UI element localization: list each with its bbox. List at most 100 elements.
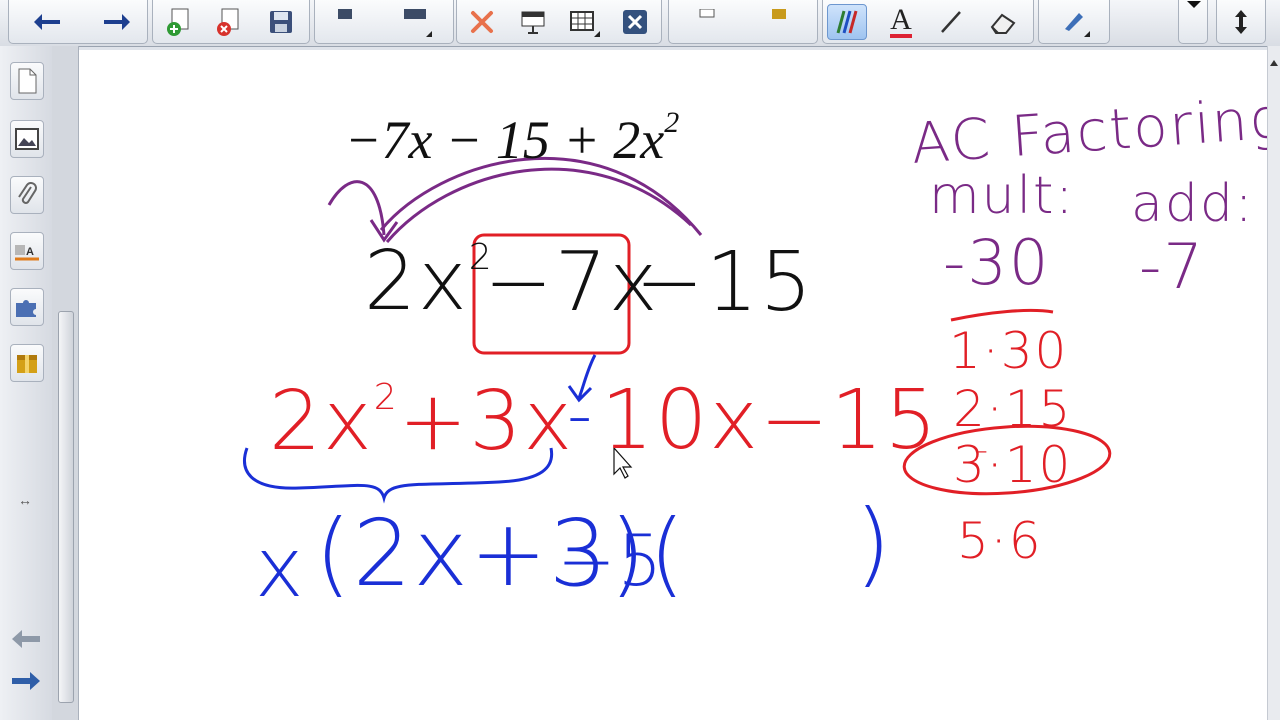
product-value: -30	[943, 226, 1051, 299]
paste-icon	[338, 9, 352, 19]
sum-value: -7	[1139, 230, 1205, 303]
split-red-rest: +3x	[398, 374, 575, 469]
line-button[interactable]	[931, 4, 971, 40]
typed-expression-base: −7x − 15 + 2x	[345, 110, 665, 170]
arrow-right-icon	[12, 672, 40, 690]
edit-group	[456, 0, 662, 44]
back-button[interactable]	[27, 4, 67, 40]
up-down-arrow-icon	[1235, 10, 1247, 34]
arrow-right-icon	[104, 14, 130, 30]
pens-button[interactable]	[827, 4, 867, 40]
paperclip-icon	[18, 182, 37, 204]
screen-shade-icon	[521, 11, 545, 34]
sidebar: A ↔	[0, 46, 53, 720]
page-sorter-tab[interactable]	[10, 62, 44, 100]
add-label: add:	[1131, 174, 1255, 234]
puzzle-icon	[16, 300, 36, 317]
scroll-up-icon[interactable]	[1270, 60, 1278, 66]
next-page-button[interactable]	[10, 670, 42, 697]
rewritten-lead: 2x	[364, 234, 469, 329]
x-icon	[471, 11, 493, 33]
split-blue-minus: -	[567, 374, 595, 456]
svg-text:A: A	[26, 246, 34, 258]
red-divider	[950, 308, 1054, 322]
pair-4: 5·6	[957, 512, 1043, 570]
forward-button[interactable]	[97, 4, 137, 40]
chevron-down-icon[interactable]	[1186, 0, 1202, 10]
sidebar-scrollbar[interactable]	[52, 46, 118, 720]
page-icon	[18, 68, 37, 94]
factored-open-paren: (	[649, 500, 687, 607]
image-icon	[15, 128, 39, 150]
gallery-tool-button[interactable]	[759, 4, 799, 40]
split-red-tail: 10x−15	[601, 373, 939, 468]
save-button[interactable]	[261, 4, 301, 40]
eraser-button[interactable]	[983, 4, 1023, 40]
mult-label: mult:	[929, 166, 1075, 226]
purple-arc-inner	[385, 167, 693, 243]
addons-tab[interactable]	[10, 288, 44, 326]
canvas-scrollbar[interactable]	[1267, 46, 1280, 720]
prev-page-button[interactable]	[10, 628, 42, 655]
pen-icon	[1065, 13, 1083, 31]
boxed-term: −7x	[484, 235, 660, 330]
pair-3-minus: -	[977, 433, 990, 468]
insert-table-button[interactable]	[563, 4, 603, 40]
delete-button[interactable]	[462, 4, 502, 40]
attachments-tab[interactable]	[10, 176, 44, 214]
more-group	[1178, 0, 1208, 44]
nav-group	[8, 0, 148, 44]
math-tool-button[interactable]	[687, 4, 727, 40]
fill-button[interactable]	[1053, 4, 1093, 40]
screen-group	[314, 0, 454, 44]
delete-page-button[interactable]	[209, 4, 249, 40]
move-toolbar-button[interactable]	[1221, 4, 1261, 40]
delete-page-icon	[217, 8, 239, 36]
lesson-tab[interactable]	[10, 344, 44, 382]
text-button[interactable]: A	[881, 4, 921, 40]
add-page-button[interactable]	[159, 4, 199, 40]
split-red-lead: 2x	[269, 374, 374, 469]
pair-3: 3·10	[953, 436, 1073, 494]
drawing-group: A	[822, 0, 1034, 44]
move-toolbar-group	[1216, 0, 1266, 44]
collapse-sidebar-icon[interactable]: ↔	[18, 492, 32, 508]
close-button[interactable]	[615, 4, 655, 40]
main-toolbar: A	[0, 0, 1280, 47]
gift-icon	[772, 9, 786, 19]
rewritten-tail: −15	[635, 235, 815, 330]
text-icon: A	[890, 3, 912, 38]
line-icon	[941, 11, 961, 33]
split-red-part: 2x2+3x	[269, 380, 574, 463]
rewritten-expression: 2x2	[364, 240, 494, 323]
factored-close-paren: )	[855, 490, 893, 597]
screen-button[interactable]	[395, 4, 435, 40]
properties-icon: A	[15, 245, 39, 261]
save-icon	[270, 11, 292, 33]
paste-button[interactable]	[325, 4, 365, 40]
typed-expression: −7x − 15 + 2x2	[345, 106, 680, 170]
fill-group	[1038, 0, 1110, 44]
whiteboard-canvas[interactable]: −7x − 15 + 2x2 2x2 −7x −15 2x2+3x - 10x−…	[79, 50, 1280, 720]
sidebar-scroll-thumb[interactable]	[58, 311, 74, 703]
split-red-exponent: 2	[373, 377, 399, 418]
gallery-tab[interactable]	[10, 120, 44, 158]
factored-x: x	[255, 521, 306, 616]
properties-tab[interactable]: A	[10, 232, 44, 270]
purple-arrow	[327, 180, 399, 243]
arrow-left-icon	[34, 14, 60, 30]
close-box-icon	[623, 10, 647, 34]
arrow-left-icon	[12, 630, 40, 648]
math-tool-icon	[699, 9, 715, 18]
gift-icon	[17, 355, 37, 373]
page-group	[152, 0, 310, 44]
pair-1: 1·30	[949, 322, 1069, 380]
typed-expression-exponent: 2	[664, 106, 680, 139]
pens-icon	[836, 10, 858, 34]
table-icon	[570, 11, 594, 31]
eraser-icon	[990, 13, 1016, 34]
add-page-icon	[167, 8, 189, 36]
pair-2: 2·15	[953, 380, 1073, 438]
tools-group-a	[668, 0, 818, 44]
screen-shade-button[interactable]	[513, 4, 553, 40]
